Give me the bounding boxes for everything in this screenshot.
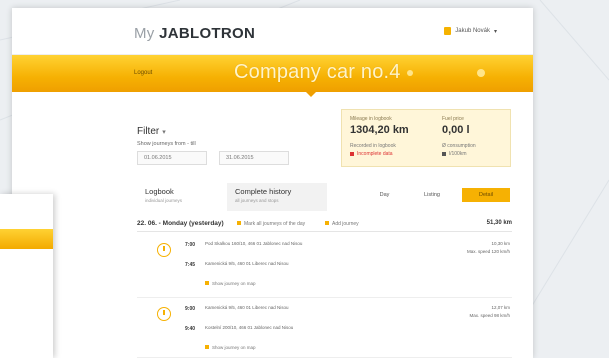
warning-icon — [350, 152, 354, 156]
missing-data-link[interactable]: Incomplete data — [357, 151, 393, 157]
consumption-label: Ø consumption — [442, 143, 476, 149]
vehicle-bar: Logout Company car no.4 — [12, 55, 533, 97]
trip-end-address: Kamenická 9/5, 460 01 Liberec nad Nisou — [205, 261, 289, 266]
bar-notch — [306, 92, 316, 97]
mileage-value: 1304,20 km — [350, 124, 409, 136]
add-journey-label: Add journey — [332, 221, 359, 227]
mark-all-label: Mark all journeys of the day — [244, 221, 306, 227]
trip-end-address: Kostelní 200/10, 466 01 Jablonec nad Nis… — [205, 325, 294, 330]
add-journey-link[interactable]: Add journey — [325, 221, 359, 227]
filter-title[interactable]: Filter ▾ — [137, 126, 166, 137]
date-from-input[interactable]: 01.06.2015 — [137, 151, 207, 165]
filter-label: Filter — [137, 126, 160, 137]
main-window: My JABLOTRON Jakub Novák ▾ Logout Compan… — [12, 8, 533, 358]
clock-icon — [157, 243, 171, 257]
summary-box: Mileage in logbook 1304,20 km Fuel price… — [341, 109, 511, 167]
trip-distance: 12,07 km — [491, 305, 510, 310]
logo-prefix: My — [134, 25, 155, 42]
checkbox-icon — [237, 221, 241, 225]
gear-icon[interactable] — [477, 69, 485, 77]
lock-icon — [444, 27, 452, 35]
user-menu[interactable]: Jakub Novák ▾ — [444, 27, 497, 35]
segment-day[interactable]: Day — [367, 188, 402, 202]
trip-start-address: Kamenická 9/5, 460 01 Liberec nad Nisou — [205, 305, 289, 310]
unit-label: l/100km — [449, 151, 467, 157]
mileage-label: Mileage in logbook — [350, 116, 392, 122]
tab-logbook-subtitle: individual journeys — [145, 198, 183, 203]
logo-brand: JABLOTRON — [159, 25, 256, 42]
trip-max-speed: Max. speed 98 km/h — [469, 313, 510, 318]
vehicle-title[interactable]: Company car no.4 — [234, 61, 401, 84]
foreground-window — [0, 194, 53, 358]
logout-link[interactable]: Logout — [134, 70, 152, 76]
tab-logbook-title: Logbook — [145, 187, 174, 196]
day-heading: 22. 06. - Monday (yesterday) — [137, 220, 224, 227]
map-icon — [205, 345, 209, 349]
tab-history-subtitle: all journeys and stops — [235, 198, 279, 203]
trip-row[interactable]: 7:00 Pod Skalkou 160/10, 466 01 Jablonec… — [137, 235, 512, 298]
chevron-down-icon: ▾ — [162, 129, 166, 136]
segment-listing[interactable]: Listing — [412, 188, 452, 202]
fuel-value: 0,00 l — [442, 124, 470, 136]
show-map-link[interactable]: Show journey on map — [205, 281, 256, 286]
map-icon — [205, 281, 209, 285]
foreground-yellow-bar — [0, 229, 53, 249]
trip-end-time: 9:40 — [185, 326, 196, 332]
show-map-link[interactable]: Show journey on map — [205, 345, 256, 350]
view-tabs: Logbook individual journeys Complete his… — [137, 183, 512, 211]
fuel-label: Fuel price — [442, 116, 464, 122]
day-distance: 51,30 km — [486, 220, 512, 226]
trip-end-time: 7:45 — [185, 262, 196, 268]
user-name: Jakub Novák — [455, 28, 490, 34]
show-map-label: Show journey on map — [212, 345, 256, 350]
plus-icon — [325, 221, 329, 225]
trip-max-speed: Max. speed 120 km/h — [466, 249, 510, 254]
segment-detail[interactable]: Detail — [462, 188, 510, 202]
trip-start-time: 9:00 — [185, 306, 196, 312]
trip-distance: 10,30 km — [491, 241, 510, 246]
show-map-label: Show journey on map — [212, 281, 256, 286]
tab-complete-history[interactable]: Complete history all journeys and stops — [227, 183, 327, 211]
vehicle-select-icon[interactable] — [407, 70, 413, 76]
tab-logbook[interactable]: Logbook individual journeys — [137, 183, 217, 211]
tab-history-title: Complete history — [235, 187, 292, 196]
date-to-input[interactable]: 31.06.2015 — [219, 151, 289, 165]
trip-start-address: Pod Skalkou 160/10, 466 01 Jablonec nad … — [205, 241, 303, 246]
checkbox-icon[interactable] — [442, 152, 446, 156]
trip-start-time: 7:00 — [185, 242, 196, 248]
chevron-down-icon: ▾ — [493, 28, 497, 35]
top-header: My JABLOTRON Jakub Novák ▾ — [12, 8, 533, 55]
recorded-label: Recorded in logbook — [350, 143, 396, 149]
clock-icon — [157, 307, 171, 321]
day-header: 22. 06. - Monday (yesterday) Mark all jo… — [137, 218, 512, 232]
trip-row[interactable]: 9:00 Kamenická 9/5, 460 01 Liberec nad N… — [137, 299, 512, 358]
filter-subtitle: Show journeys from - till — [137, 141, 196, 147]
logo[interactable]: My JABLOTRON — [134, 25, 255, 42]
mark-all-link[interactable]: Mark all journeys of the day — [237, 221, 305, 227]
